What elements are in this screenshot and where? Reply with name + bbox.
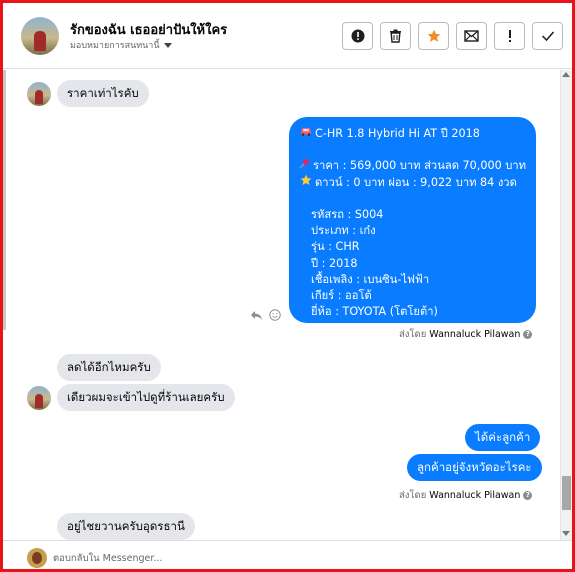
outgoing-message[interactable]: ได้ค่ะลูกค้า xyxy=(465,424,541,451)
reply-composer xyxy=(3,540,572,569)
car-icon xyxy=(299,126,312,142)
agent-name[interactable]: Wannaluck Pilawan xyxy=(429,490,520,501)
scrollbar[interactable] xyxy=(560,70,572,540)
incoming-message[interactable]: ราคาเท่าไรคับ xyxy=(57,80,149,107)
incoming-message[interactable]: ลดได้อีกไหมครับ xyxy=(57,354,161,381)
sent-by-prefix: ส่งโดย xyxy=(399,490,427,501)
help-icon[interactable]: ? xyxy=(523,330,533,339)
listing-down-payment: ดาวน์ : 0 บาท ผ่อน : 9,022 บาท 84 งวด xyxy=(315,175,517,189)
listing-type: ประเภท : เก๋ง xyxy=(311,224,376,238)
contact-name[interactable]: รักของฉัน เธออย่าปันให้ใคร xyxy=(70,19,227,40)
message-thread[interactable]: ราคาเท่าไรคับ C-HR 1.8 Hybrid Hi AT ปี 2… xyxy=(3,70,572,540)
outgoing-listing-message[interactable]: C-HR 1.8 Hybrid Hi AT ปี 2018 ราคา : 569… xyxy=(289,117,536,323)
header-toolbar xyxy=(342,22,563,50)
react-emoji-icon[interactable] xyxy=(269,306,281,325)
listing-code: รหัสรถ : S004 xyxy=(311,207,384,221)
star-button[interactable] xyxy=(418,22,449,50)
agent-name[interactable]: Wannaluck Pilawan xyxy=(429,329,520,340)
star-icon xyxy=(299,174,312,192)
incoming-message[interactable]: เดียวผมจะเข้าไปดูที่ร้านเลยครับ xyxy=(57,384,235,411)
listing-title: C-HR 1.8 Hybrid Hi AT ปี 2018 xyxy=(315,127,480,140)
sent-by-label: ส่งโดย Wannaluck Pilawan ? xyxy=(399,488,533,503)
help-icon[interactable]: ? xyxy=(523,491,533,500)
message-actions xyxy=(250,306,281,325)
reply-input[interactable] xyxy=(53,550,543,566)
delete-button[interactable] xyxy=(380,22,411,50)
assign-conversation-dropdown[interactable]: มอบหมายการสนทนานี้ xyxy=(70,38,172,52)
scroll-up-arrow-icon[interactable] xyxy=(562,72,570,77)
mark-unread-button[interactable] xyxy=(456,22,487,50)
listing-fuel: เชื้อเพลิง : เบนซิน-ไฟฟ้า xyxy=(311,272,430,286)
pushpin-icon xyxy=(299,158,310,175)
listing-title-line: C-HR 1.8 Hybrid Hi AT ปี 2018 xyxy=(299,126,526,142)
reply-icon[interactable] xyxy=(250,306,263,325)
listing-price: ราคา : 569,000 บาท ส่วนลด 70,000 บาท xyxy=(313,159,526,173)
exclamation-icon xyxy=(508,30,511,42)
incoming-message[interactable]: อยู่ไชยวานครับอุดรธานี xyxy=(57,513,195,540)
listing-brand: ยี่ห้อ : TOYOTA (โตโยต้า) xyxy=(311,305,438,319)
sent-by-prefix: ส่งโดย xyxy=(399,329,427,340)
exclamation-circle-icon xyxy=(351,29,364,43)
page-avatar xyxy=(27,548,47,568)
conversation-header: รักของฉัน เธออย่าปันให้ใคร มอบหมายการสนท… xyxy=(3,3,572,69)
listing-year: ปี : 2018 xyxy=(311,256,358,270)
follow-up-button[interactable] xyxy=(494,22,525,50)
mark-done-button[interactable] xyxy=(532,22,563,50)
envelope-icon xyxy=(464,30,479,42)
listing-model: รุ่น : CHR xyxy=(311,240,360,254)
listing-down-line: ดาวน์ : 0 บาท ผ่อน : 9,022 บาท 84 งวด xyxy=(299,174,526,192)
star-icon xyxy=(427,29,440,42)
trash-icon xyxy=(390,29,401,43)
outgoing-message[interactable]: ลูกค้าอยู่จังหวัดอะไรคะ xyxy=(407,454,542,481)
scroll-down-arrow-icon[interactable] xyxy=(562,531,570,536)
chevron-down-icon xyxy=(163,42,172,48)
listing-price-line: ราคา : 569,000 บาท ส่วนลด 70,000 บาท xyxy=(299,158,526,174)
contact-avatar-small xyxy=(27,386,51,410)
check-icon xyxy=(541,31,554,42)
contact-avatar[interactable] xyxy=(21,17,59,55)
contact-avatar-small xyxy=(27,82,51,106)
scrollbar-thumb[interactable] xyxy=(562,476,571,510)
listing-gear: เกียร์ : ออโต้ xyxy=(311,288,372,302)
sent-by-label: ส่งโดย Wannaluck Pilawan ? xyxy=(399,327,533,342)
assign-label: มอบหมายการสนทนานี้ xyxy=(70,41,160,51)
mark-spam-button[interactable] xyxy=(342,22,373,50)
